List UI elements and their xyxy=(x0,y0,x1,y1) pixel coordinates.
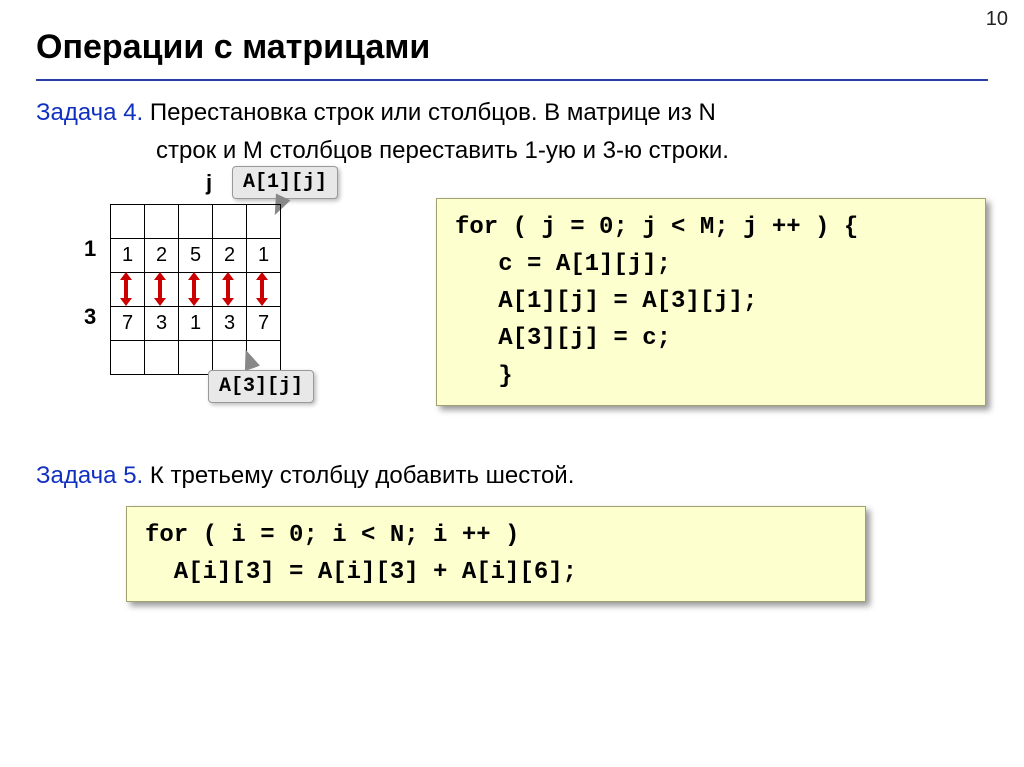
matrix-row-3: 7 3 1 3 7 xyxy=(111,306,281,340)
matrix-row-0 xyxy=(111,204,281,238)
j-label: j xyxy=(206,170,212,196)
page-number: 10 xyxy=(986,8,1008,31)
title-underline xyxy=(36,79,988,81)
page-title: Операции с матрицами xyxy=(36,28,988,67)
row3-label: 3 xyxy=(84,304,96,330)
task5-label: Задача 5. xyxy=(36,462,143,489)
code-block-1: for ( j = 0; j < M; j ++ ) { c = A[1][j]… xyxy=(436,198,986,406)
task4-line1: Задача 4. Перестановка строк или столбцо… xyxy=(36,97,988,129)
task4-figure-area: j 1 3 A[1][j] 1 2 5 2 1 7 3 1 3 7 A[3][j… xyxy=(36,174,988,434)
callout-a3j: A[3][j] xyxy=(208,370,314,403)
callout-a1j: A[1][j] xyxy=(232,166,338,199)
task5-line: Задача 5. К третьему столбцу добавить ше… xyxy=(36,462,988,490)
task4-text1: Перестановка строк или столбцов. В матри… xyxy=(143,99,716,126)
task4-line2: строк и M столбцов переставить 1-ую и 3-… xyxy=(36,135,988,167)
matrix-row-1: 1 2 5 2 1 xyxy=(111,238,281,272)
row1-label: 1 xyxy=(84,236,96,262)
task5-text: К третьему столбцу добавить шестой. xyxy=(143,462,574,489)
code-block-2: for ( i = 0; i < N; i ++ ) A[i][3] = A[i… xyxy=(126,506,866,602)
task4-label: Задача 4. xyxy=(36,99,143,126)
